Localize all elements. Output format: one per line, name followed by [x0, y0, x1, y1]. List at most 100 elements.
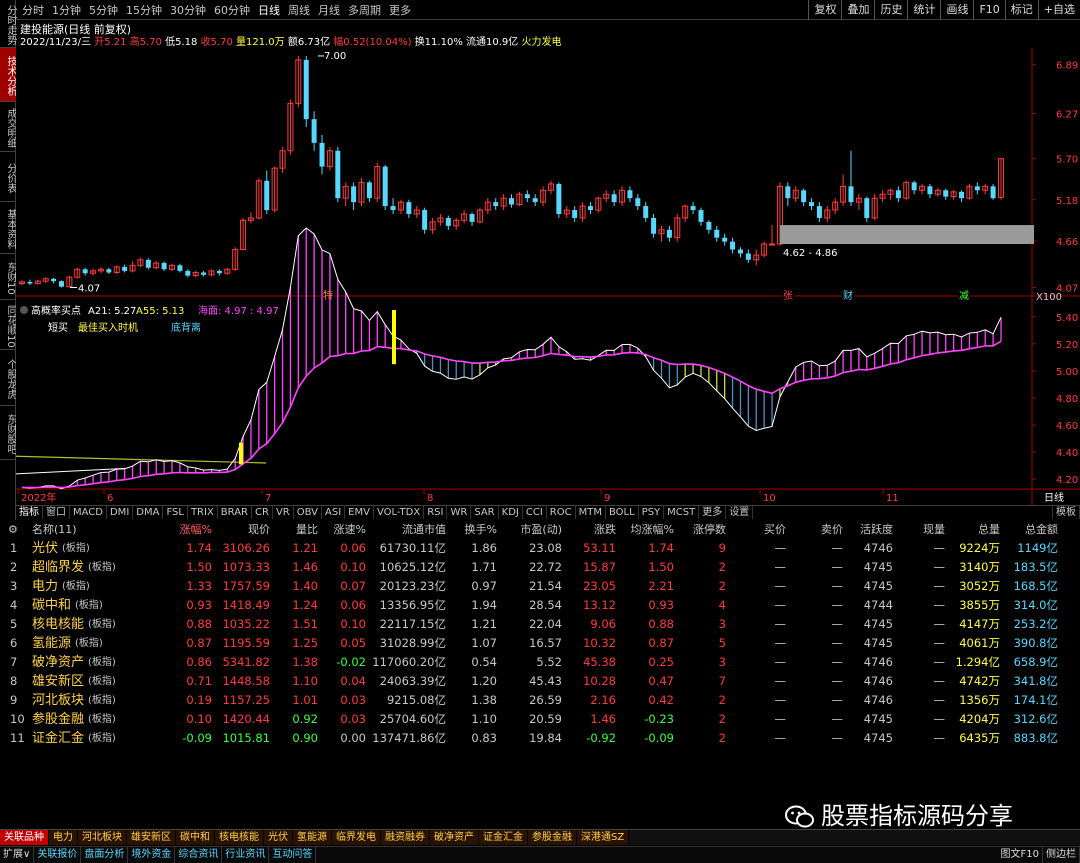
left-tab-2[interactable]: 成交明细 [0, 102, 16, 152]
ind-tab-8[interactable]: CR [252, 506, 273, 519]
ind-tab-3[interactable]: DMI [107, 506, 134, 519]
related-tab-11[interactable]: 证金汇金 [479, 830, 528, 845]
ind-tab-24[interactable]: 更多 [699, 506, 727, 519]
tool-button-1[interactable]: 叠加 [841, 0, 874, 20]
ind-tab-14[interactable]: RSI [424, 506, 448, 519]
related-tab-13[interactable]: 深港通SZ [577, 830, 630, 845]
sector-name[interactable]: 光伏 [32, 539, 58, 558]
tool-button-3[interactable]: 统计 [907, 0, 940, 20]
sector-name[interactable]: 破净资产 [32, 653, 84, 672]
table-row[interactable]: 11 证金汇金 (板指) -0.09 1015.81 0.90 0.00 137471.86亿… [0, 729, 1080, 748]
related-tab-5[interactable]: 核电核能 [215, 830, 264, 845]
tool-button-6[interactable]: 标记 [1004, 0, 1038, 20]
col-header-0[interactable]: 名称(11) [32, 520, 77, 539]
sector-name[interactable]: 证金汇金 [32, 729, 84, 748]
col-header-10[interactable]: 涨停数 [693, 520, 726, 539]
table-row[interactable]: 8 雄安新区 (板指) 0.71 1448.58 1.10 0.04 24063.39亿 1.2… [0, 672, 1080, 691]
dropdown-icon[interactable] [20, 306, 28, 314]
bottom-tab-3[interactable]: 境外资金 [128, 847, 176, 863]
sector-name[interactable]: 雄安新区 [32, 672, 84, 691]
col-header-14[interactable]: 现量 [923, 520, 945, 539]
ind-tab-25[interactable]: 设置 [726, 506, 754, 519]
bottom-tab-4[interactable]: 综合资讯 [175, 847, 223, 863]
col-header-16[interactable]: 总金额 [1025, 520, 1058, 539]
table-row[interactable]: 9 河北板块 (板指) 0.19 1157.25 1.01 0.03 9215.08亿 1.38… [0, 691, 1080, 710]
gear-icon[interactable]: ⚙ [8, 520, 18, 539]
period-tab-10[interactable]: 更多 [385, 2, 415, 18]
tool-button-7[interactable]: +自选 [1037, 0, 1080, 20]
col-header-3[interactable]: 量比 [296, 520, 318, 539]
col-header-5[interactable]: 流通市值 [402, 520, 446, 539]
period-tab-6[interactable]: 日线 [254, 2, 284, 18]
event-marker-2[interactable]: 财 [842, 289, 854, 302]
ind-tab-2[interactable]: MACD [70, 506, 107, 519]
bottom-tab-5[interactable]: 行业资讯 [222, 847, 270, 863]
bottom-right-1[interactable]: 侧边栏 [1043, 847, 1080, 863]
related-tab-12[interactable]: 参股金融 [528, 830, 577, 845]
period-tab-5[interactable]: 60分钟 [210, 2, 254, 18]
sector-name[interactable]: 核电核能 [32, 615, 84, 634]
event-marker-1[interactable]: 张 [782, 289, 794, 302]
ind-tab-23[interactable]: MCST [664, 506, 700, 519]
left-tab-8[interactable]: 东财股吧 [0, 406, 16, 460]
col-header-1[interactable]: 涨幅% [180, 520, 212, 539]
period-tab-1[interactable]: 1分钟 [48, 2, 85, 18]
table-row[interactable]: 5 核电核能 (板指) 0.88 1035.22 1.51 0.10 22117.15亿 1.2… [0, 615, 1080, 634]
ind-tab-15[interactable]: WR [447, 506, 472, 519]
bottom-right-0[interactable]: 图文F10 [998, 847, 1043, 863]
period-tab-2[interactable]: 5分钟 [85, 2, 122, 18]
period-tab-3[interactable]: 15分钟 [122, 2, 166, 18]
period-tab-4[interactable]: 30分钟 [166, 2, 210, 18]
ind-tab-19[interactable]: ROC [547, 506, 576, 519]
template-button[interactable]: 模板 [1052, 506, 1080, 519]
tool-button-2[interactable]: 历史 [874, 0, 907, 20]
ind-tab-12[interactable]: EMV [345, 506, 374, 519]
period-tab-0[interactable]: 分时 [18, 2, 48, 18]
ind-tab-5[interactable]: FSL [163, 506, 188, 519]
ind-tab-10[interactable]: OBV [294, 506, 322, 519]
ind-tab-22[interactable]: PSY [639, 506, 665, 519]
related-tab-0[interactable]: 关联品种 [0, 830, 49, 845]
left-tab-7[interactable]: 个股龙虎 [0, 350, 16, 406]
related-tab-8[interactable]: 临界发电 [332, 830, 381, 845]
col-header-2[interactable]: 现价 [248, 520, 270, 539]
bottom-tab-1[interactable]: 关联报价 [34, 847, 82, 863]
table-row[interactable]: 2 超临界发 (板指) 1.50 1073.33 1.46 0.10 10625.12亿 1.7… [0, 558, 1080, 577]
ind-tab-13[interactable]: VOL-TDX [374, 506, 425, 519]
table-row[interactable]: 1 光伏 (板指) 1.74 3106.26 1.21 0.06 61730.11亿 1.86 2… [0, 539, 1080, 558]
kline-chart[interactable]: 6.896.275.705.184.664.077.004.074.62 - 4… [16, 48, 1080, 505]
ind-tab-1[interactable]: 窗口 [43, 506, 70, 519]
col-header-15[interactable]: 总量 [978, 520, 1000, 539]
ind-tab-16[interactable]: SAR [471, 506, 499, 519]
ind-tab-6[interactable]: TRIX [188, 506, 218, 519]
left-tab-3[interactable]: 分价表 [0, 152, 16, 202]
sector-name[interactable]: 碳中和 [32, 596, 71, 615]
ind-tab-21[interactable]: BOLL [606, 506, 639, 519]
event-marker-0[interactable]: 特 [322, 289, 334, 302]
col-header-7[interactable]: 市盈(动) [520, 520, 562, 539]
col-header-13[interactable]: 活跃度 [860, 520, 893, 539]
related-tab-10[interactable]: 破净资产 [430, 830, 479, 845]
ind-tab-11[interactable]: ASI [322, 506, 346, 519]
sector-name[interactable]: 河北板块 [32, 691, 84, 710]
event-marker-3[interactable]: 减 [958, 289, 970, 302]
related-tab-4[interactable]: 碳中和 [176, 830, 215, 845]
bottom-tab-2[interactable]: 盘面分析 [81, 847, 129, 863]
col-header-9[interactable]: 均涨幅% [631, 520, 674, 539]
table-row[interactable]: 4 碳中和 (板指) 0.93 1418.49 1.24 0.06 13356.95亿 1.94… [0, 596, 1080, 615]
table-row[interactable]: 7 破净资产 (板指) 0.86 5341.82 1.38 -0.02 117060.20亿 0… [0, 653, 1080, 672]
ind-tab-17[interactable]: KDJ [499, 506, 523, 519]
related-tab-9[interactable]: 融资融券 [381, 830, 430, 845]
left-tab-4[interactable]: 基本资料 [0, 202, 16, 254]
tool-button-5[interactable]: F10 [973, 0, 1004, 20]
ind-tab-0[interactable]: 指标 [16, 506, 43, 519]
col-header-6[interactable]: 换手% [465, 520, 497, 539]
tool-button-0[interactable]: 复权 [808, 0, 841, 20]
period-tab-7[interactable]: 周线 [284, 2, 314, 18]
related-tab-7[interactable]: 氢能源 [293, 830, 332, 845]
left-tab-5[interactable]: 东财10 [0, 254, 16, 300]
period-tab-9[interactable]: 多周期 [344, 2, 385, 18]
table-row[interactable]: 6 氢能源 (板指) 0.87 1195.59 1.25 0.05 31028.99亿 1.07… [0, 634, 1080, 653]
bottom-tab-0[interactable]: 扩展∨ [0, 847, 35, 863]
sector-name[interactable]: 超临界发 [32, 558, 84, 577]
